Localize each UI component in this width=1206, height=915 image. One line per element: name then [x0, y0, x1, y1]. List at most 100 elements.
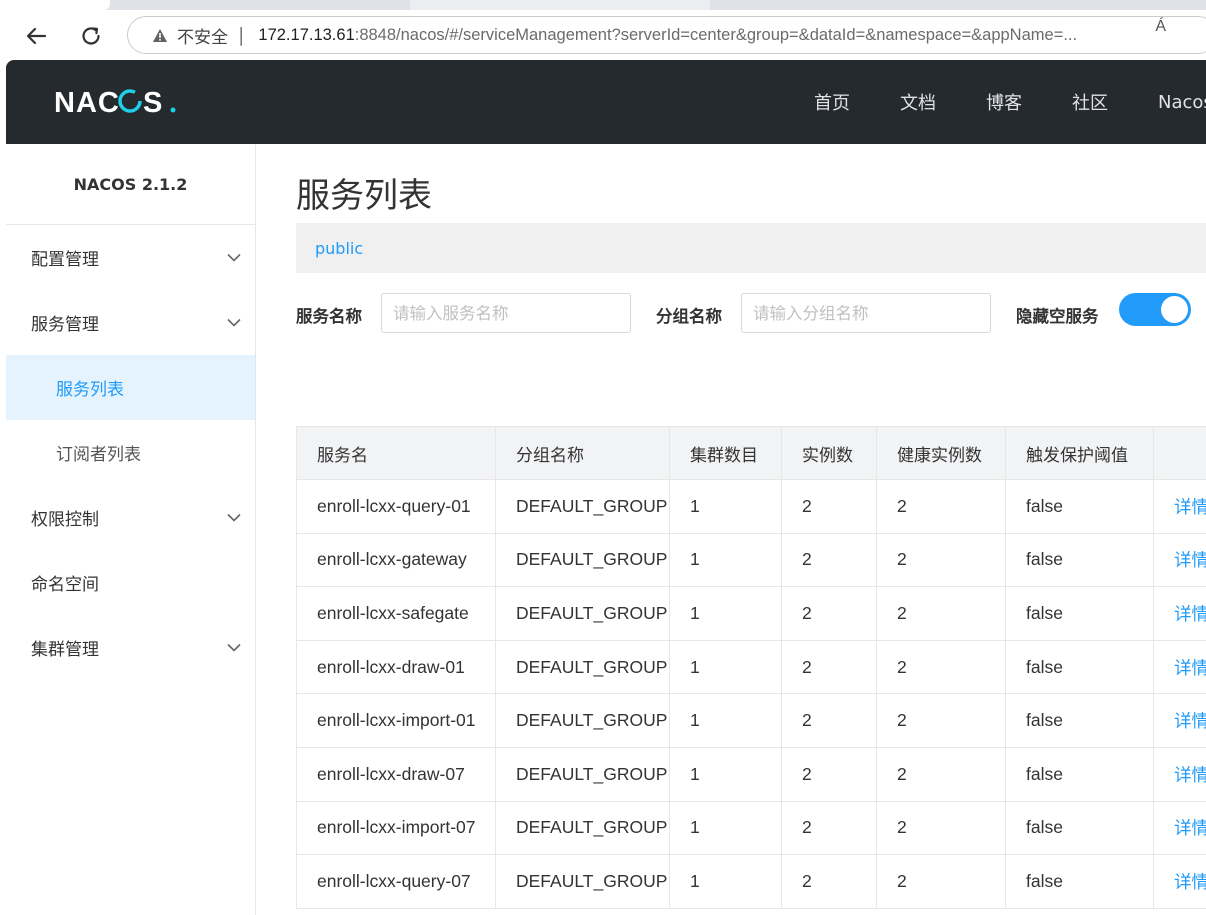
detail-link[interactable]: 详情 [1153, 746, 1206, 802]
browser-toolbar: 不安全 | 172.17.13.61:8848/nacos/#/serviceM… [0, 10, 1206, 60]
page-title: 服务列表 [296, 176, 432, 216]
service-name-input[interactable] [381, 293, 631, 333]
cell-group-name: DEFAULT_GROUP [495, 532, 670, 588]
cell-cluster-count: 1 [669, 800, 782, 856]
cell-protect-threshold: false [1005, 532, 1154, 588]
nav-link-community[interactable]: 社区 [1072, 89, 1108, 115]
address-bar[interactable]: 不安全 | 172.17.13.61:8848/nacos/#/serviceM… [127, 16, 1206, 54]
sidebar-item-config-management[interactable]: 配置管理 [6, 225, 255, 290]
cell-cluster-count: 1 [669, 854, 782, 909]
svg-text:NAC: NAC [54, 87, 120, 116]
cell-healthy-instance-count: 2 [876, 639, 1006, 695]
cell-healthy-instance-count: 2 [876, 532, 1006, 588]
cell-healthy-instance-count: 2 [876, 854, 1006, 909]
column-header-group-name: 分组名称 [495, 426, 670, 480]
table-row: enroll-lcxx-safegate DEFAULT_GROUP 1 2 2… [296, 586, 1206, 641]
detail-link[interactable]: 详情 [1153, 532, 1206, 588]
table-header-row: 服务名 分组名称 集群数目 实例数 健康实例数 触发保护阈值 [296, 426, 1206, 480]
sidebar-item-label: 配置管理 [31, 250, 99, 270]
cell-protect-threshold: false [1005, 746, 1154, 802]
cell-protect-threshold: false [1005, 693, 1154, 748]
cell-healthy-instance-count: 2 [876, 693, 1006, 748]
nacos-logo[interactable]: NAC S [54, 83, 178, 119]
warning-icon[interactable] [152, 28, 168, 43]
column-header-instance-count: 实例数 [781, 426, 877, 480]
main-content: 服务列表 public 服务名称 分组名称 隐藏空服务 服务名 [256, 144, 1206, 915]
chevron-down-icon [227, 318, 241, 327]
detail-link[interactable]: 详情 [1153, 639, 1206, 695]
detail-link[interactable]: 详情 [1153, 693, 1206, 748]
sidebar-item-service-management[interactable]: 服务管理 [6, 290, 255, 355]
address-separator: | [238, 24, 245, 46]
cell-group-name: DEFAULT_GROUP [495, 586, 670, 641]
browser-tab-inactive[interactable] [410, 0, 710, 10]
reload-icon [82, 27, 100, 45]
cell-cluster-count: 1 [669, 693, 782, 748]
cell-group-name: DEFAULT_GROUP [495, 693, 670, 748]
nav-link-nacos[interactable]: Nacos [1158, 92, 1206, 113]
cell-service-name: enroll-lcxx-query-01 [296, 479, 496, 534]
column-header-cluster-count: 集群数目 [669, 426, 782, 480]
cell-service-name: enroll-lcxx-safegate [296, 586, 496, 641]
cell-protect-threshold: false [1005, 854, 1154, 909]
cell-group-name: DEFAULT_GROUP [495, 639, 670, 695]
insecure-label[interactable]: 不安全 [177, 23, 228, 48]
sidebar-item-access-control[interactable]: 权限控制 [6, 485, 255, 550]
filter-bar: 服务名称 分组名称 隐藏空服务 [296, 293, 1206, 335]
cell-instance-count: 2 [781, 854, 877, 909]
nav-link-home[interactable]: 首页 [814, 89, 850, 115]
toggle-knob [1161, 296, 1188, 323]
cell-healthy-instance-count: 2 [876, 746, 1006, 802]
namespace-bar: public [296, 223, 1206, 273]
table-row: enroll-lcxx-query-01 DEFAULT_GROUP 1 2 2… [296, 479, 1206, 534]
sidebar-item-cluster-management[interactable]: 集群管理 [6, 615, 255, 680]
group-name-label: 分组名称 [656, 307, 722, 326]
sidebar-item-subscriber-list[interactable]: 订阅者列表 [6, 420, 255, 485]
table-row: enroll-lcxx-gateway DEFAULT_GROUP 1 2 2 … [296, 532, 1206, 588]
cell-service-name: enroll-lcxx-gateway [296, 532, 496, 588]
cell-healthy-instance-count: 2 [876, 800, 1006, 856]
nav-link-blog[interactable]: 博客 [986, 89, 1022, 115]
reload-button[interactable] [73, 18, 109, 54]
cell-protect-threshold: false [1005, 479, 1154, 534]
cell-healthy-instance-count: 2 [876, 586, 1006, 641]
svg-text:S: S [143, 87, 162, 116]
detail-link[interactable]: 详情 [1153, 800, 1206, 856]
namespace-public-link[interactable]: public [315, 239, 363, 258]
detail-link[interactable]: 详情 [1153, 854, 1206, 909]
chevron-down-icon [227, 253, 241, 262]
read-aloud-icon[interactable]: Á [1155, 18, 1166, 36]
sidebar-item-label: 订阅者列表 [56, 445, 141, 465]
cell-cluster-count: 1 [669, 479, 782, 534]
cell-cluster-count: 1 [669, 746, 782, 802]
sidebar-item-namespace[interactable]: 命名空间 [6, 550, 255, 615]
detail-link[interactable]: 详情 [1153, 586, 1206, 641]
cell-protect-threshold: false [1005, 586, 1154, 641]
cell-service-name: enroll-lcxx-draw-07 [296, 746, 496, 802]
browser-tab-strip [0, 0, 1206, 10]
sidebar-item-label: 集群管理 [31, 640, 99, 660]
back-arrow-icon [26, 27, 47, 45]
cell-group-name: DEFAULT_GROUP [495, 746, 670, 802]
top-nav-links: 首页 文档 博客 社区 Nacos [814, 60, 1206, 144]
sidebar-item-label: 服务列表 [56, 380, 124, 400]
cell-service-name: enroll-lcxx-import-01 [296, 693, 496, 748]
table-row: enroll-lcxx-import-07 DEFAULT_GROUP 1 2 … [296, 800, 1206, 856]
cell-cluster-count: 1 [669, 532, 782, 588]
nacos-app: NAC S 首页 文档 博客 社区 Nacos NACOS 2.1.2 配置管理… [6, 60, 1206, 915]
column-header-protect-threshold: 触发保护阈值 [1005, 426, 1154, 480]
nav-link-docs[interactable]: 文档 [900, 89, 936, 115]
detail-link[interactable]: 详情 [1153, 479, 1206, 534]
sidebar-item-label: 服务管理 [31, 315, 99, 335]
group-name-input[interactable] [741, 293, 991, 333]
back-button[interactable] [18, 18, 54, 54]
cell-service-name: enroll-lcxx-draw-01 [296, 639, 496, 695]
cell-group-name: DEFAULT_GROUP [495, 854, 670, 909]
hide-empty-services-toggle[interactable] [1119, 293, 1191, 326]
browser-tab[interactable] [0, 0, 110, 10]
top-navigation: NAC S 首页 文档 博客 社区 Nacos [6, 60, 1206, 144]
table-row: enroll-lcxx-import-01 DEFAULT_GROUP 1 2 … [296, 693, 1206, 748]
service-table: 服务名 分组名称 集群数目 实例数 健康实例数 触发保护阈值 enroll-lc… [296, 426, 1206, 909]
url-text[interactable]: 172.17.13.61:8848/nacos/#/serviceManagem… [258, 26, 1077, 45]
sidebar-item-service-list[interactable]: 服务列表 [6, 355, 255, 420]
